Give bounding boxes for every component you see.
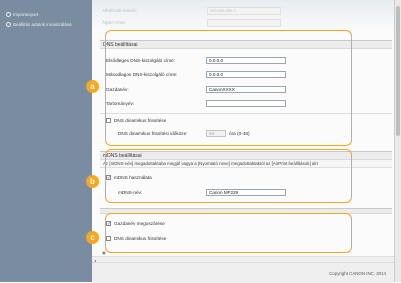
bullet-icon — [6, 12, 11, 18]
copyright-text: Copyright CANON INC. 2014 — [329, 271, 386, 276]
bullet-icon — [6, 22, 11, 28]
callout-a-frame — [105, 30, 352, 146]
scroll-corner-icon: ▣ — [102, 250, 106, 255]
faded-overlay — [92, 0, 394, 32]
sidebar-item-initialize-settings[interactable]: Beállítás adatok inicializálása — [6, 22, 72, 28]
sidebar-item-import-export[interactable]: Importexport — [6, 12, 38, 18]
scrollbar-thumb[interactable] — [396, 6, 400, 136]
ghost-gateway-label: Átjáró címe: — [102, 20, 127, 25]
ghost-subnet-label: Alhálózati maszk: — [102, 8, 138, 13]
callout-b-frame — [105, 149, 352, 203]
vertical-scrollbar[interactable] — [394, 0, 401, 282]
callout-c-badge: c — [86, 231, 99, 244]
footer: Copyright CANON INC. 2014 — [92, 262, 394, 283]
callout-b-badge: b — [86, 175, 99, 188]
sidebar: Importexport Beállítás adatok inicializá… — [0, 0, 92, 282]
callout-a-badge: a — [86, 80, 99, 93]
ghost-gateway-field — [207, 19, 281, 27]
callout-c-frame — [105, 213, 352, 253]
browser-frame: Importexport Beállítás adatok inicializá… — [0, 0, 401, 283]
ghost-subnet-field: 255.255.255.0 — [207, 7, 281, 15]
